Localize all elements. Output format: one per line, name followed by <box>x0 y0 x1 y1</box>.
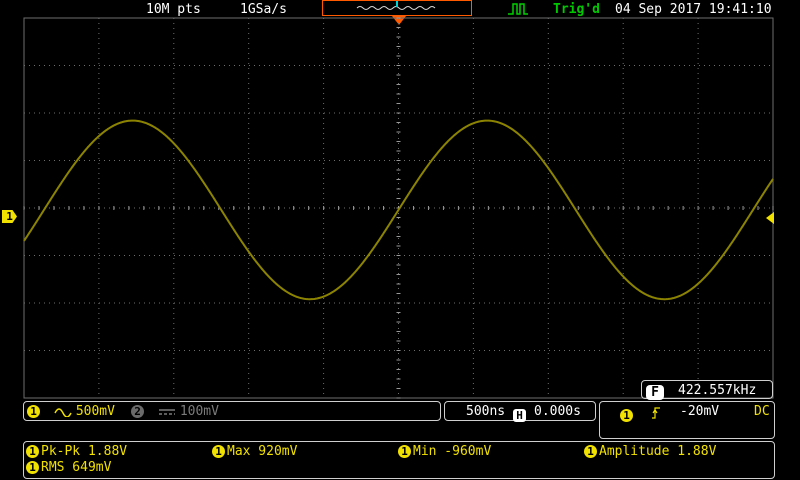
ch2-settings[interactable]: 2 100mV <box>131 404 219 419</box>
channel-settings[interactable]: 1 500mV 2 100mV <box>23 401 441 421</box>
horizontal-position: 0.000s <box>534 404 581 419</box>
frequency-counter: F 422.557kHz <box>641 380 773 400</box>
timebase-scale: 500ns <box>466 404 506 419</box>
timebase-settings[interactable]: 500ns H 0.000s <box>444 401 596 422</box>
ch2-badge: 2 <box>131 405 144 418</box>
rising-edge-icon <box>652 407 660 419</box>
frequency-label: F <box>646 385 664 400</box>
trigger-level: -20mV <box>680 404 720 419</box>
graticule <box>23 17 774 399</box>
trigger-settings[interactable]: 1 -20mV DC <box>599 401 775 439</box>
ch2-scale: 100mV <box>179 404 219 419</box>
measurement-pk-pk: 1 Pk-Pk 1.88V <box>26 444 127 459</box>
trigger-source: 1 <box>620 409 633 422</box>
measurement-amplitude: 1 Amplitude 1.88V <box>584 444 716 459</box>
ch1-settings[interactable]: 1 500mV <box>27 404 115 419</box>
ch1-waveform <box>23 119 774 301</box>
measurement-panel: 1 Pk-Pk 1.88V 1 Max 920mV 1 Min -960mV 1 Amp… <box>23 441 775 479</box>
measurement-rms: 1 RMS 649mV <box>26 460 111 475</box>
trigger-coupling: DC <box>754 404 770 419</box>
measurement-min: 1 Min -960mV <box>398 444 491 459</box>
frequency-value: 422.557kHz <box>678 383 757 398</box>
ch1-scale: 500mV <box>75 404 115 419</box>
dc-coupling-icon <box>158 408 175 415</box>
trigger-level-marker[interactable] <box>766 212 774 224</box>
horizontal-position-label: H <box>513 409 526 422</box>
ac-coupling-icon <box>54 407 72 418</box>
measurement-max: 1 Max 920mV <box>212 444 297 459</box>
ch1-badge: 1 <box>27 405 40 418</box>
